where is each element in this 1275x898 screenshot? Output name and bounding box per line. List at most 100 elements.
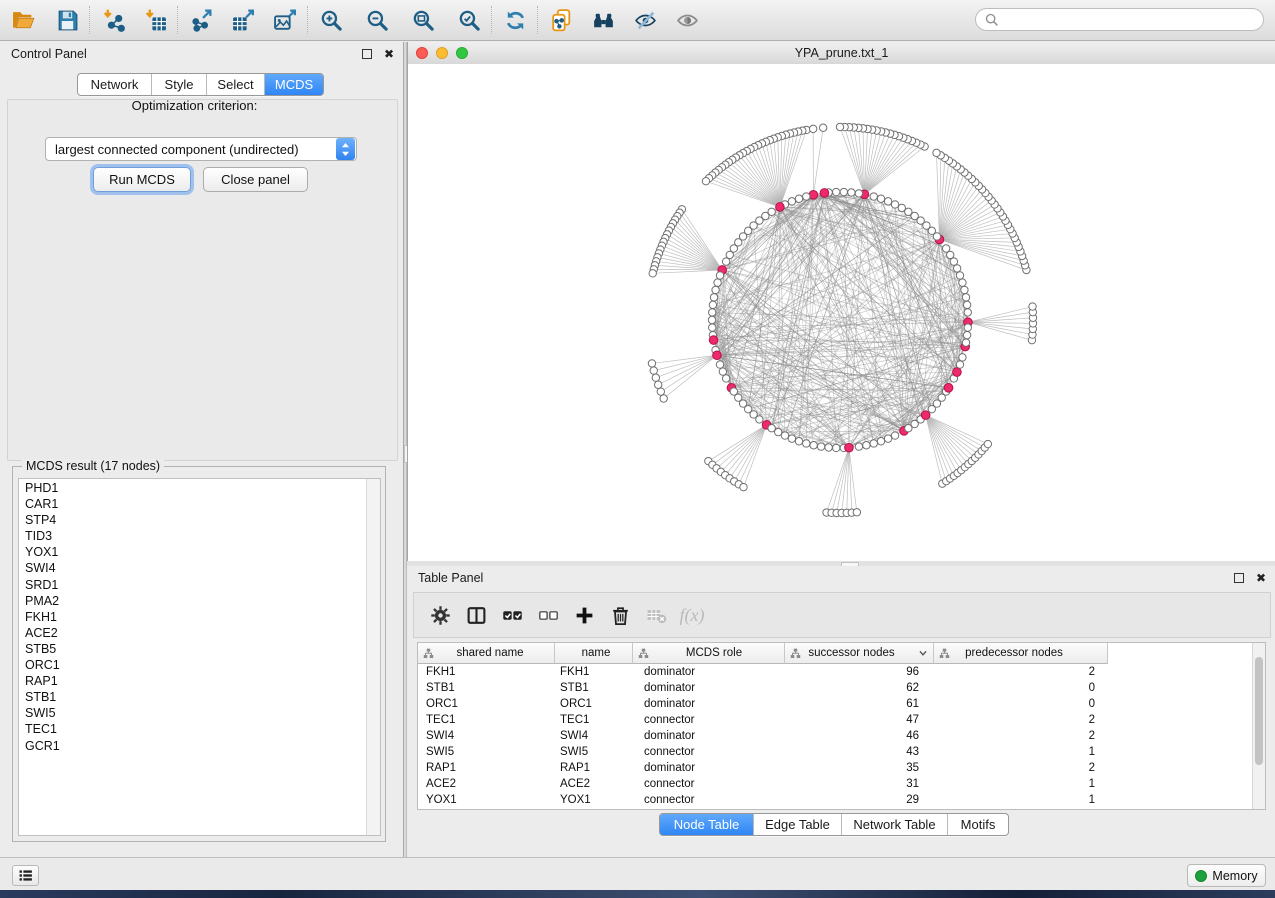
tab-mcds[interactable]: MCDS <box>264 74 323 95</box>
table-cell[interactable]: ORC1 <box>418 696 555 712</box>
import-network-button[interactable] <box>98 5 128 35</box>
deselect-all-rows-button[interactable] <box>530 598 566 632</box>
export-image-button[interactable] <box>270 5 300 35</box>
table-row[interactable]: TEC1TEC1connector472 <box>418 712 1108 728</box>
table-cell[interactable]: 0 <box>934 808 1108 810</box>
table-cell[interactable]: connector <box>633 776 785 792</box>
table-scrollbar[interactable] <box>1252 643 1265 809</box>
mcds-result-item[interactable]: SRD1 <box>19 577 367 593</box>
table-cell[interactable]: SWI5 <box>418 744 555 760</box>
table-cell[interactable]: SWI5 <box>555 744 633 760</box>
import-table-button[interactable] <box>140 5 170 35</box>
column-header-mcds-role[interactable]: MCDS role <box>633 643 785 664</box>
run-mcds-button[interactable]: Run MCDS <box>93 167 191 192</box>
optimization-criterion-select[interactable]: largest connected component (undirected) <box>45 137 357 161</box>
tab-motifs[interactable]: Motifs <box>947 814 1008 835</box>
table-row[interactable]: SWI4SWI4dominator462 <box>418 728 1108 744</box>
table-row[interactable]: ACE2ACE2connector311 <box>418 776 1108 792</box>
mcds-result-item[interactable]: ORC1 <box>19 657 367 673</box>
table-cell[interactable]: 2 <box>934 728 1108 744</box>
mcds-result-item[interactable]: RAP1 <box>19 673 367 689</box>
mcds-result-item[interactable]: PHD1 <box>19 480 367 496</box>
tab-style[interactable]: Style <box>151 74 206 95</box>
float-panel-button[interactable] <box>359 46 375 62</box>
table-row[interactable]: PHD1PHD1dominator180 <box>418 808 1108 810</box>
tab-network-table[interactable]: Network Table <box>841 814 947 835</box>
table-cell[interactable]: 0 <box>934 680 1108 696</box>
mcds-result-item[interactable]: FKH1 <box>19 609 367 625</box>
memory-button[interactable]: Memory <box>1187 864 1266 887</box>
table-row[interactable]: FKH1FKH1dominator962 <box>418 664 1108 680</box>
table-cell[interactable]: ACE2 <box>418 776 555 792</box>
add-column-button[interactable] <box>566 598 602 632</box>
table-cell[interactable]: 2 <box>934 712 1108 728</box>
mcds-result-item[interactable]: STB5 <box>19 641 367 657</box>
refresh-view-button[interactable] <box>500 5 530 35</box>
table-row[interactable]: YOX1YOX1connector291 <box>418 792 1108 808</box>
table-cell[interactable]: dominator <box>633 696 785 712</box>
table-cell[interactable]: dominator <box>633 728 785 744</box>
zoom-out-button[interactable] <box>362 5 392 35</box>
mcds-result-item[interactable]: PMA2 <box>19 593 367 609</box>
column-header-successor-nodes[interactable]: successor nodes <box>785 643 934 664</box>
find-button[interactable] <box>588 5 618 35</box>
open-file-button[interactable] <box>8 5 38 35</box>
table-cell[interactable]: ACE2 <box>555 776 633 792</box>
save-session-button[interactable] <box>52 5 82 35</box>
close-panel-action-button[interactable]: Close panel <box>203 167 308 192</box>
mcds-result-item[interactable]: STP4 <box>19 512 367 528</box>
zoom-fit-button[interactable] <box>408 5 438 35</box>
mcds-result-item[interactable]: STB1 <box>19 689 367 705</box>
status-list-button[interactable] <box>12 865 39 886</box>
table-cell[interactable]: 18 <box>785 808 934 810</box>
delete-columns-button[interactable] <box>602 598 638 632</box>
close-panel-button[interactable]: ✖ <box>381 46 397 62</box>
select-all-rows-button[interactable] <box>494 598 530 632</box>
scrollbar-thumb[interactable] <box>1255 657 1263 765</box>
column-header-shared-name[interactable]: shared name <box>418 643 555 664</box>
table-cell[interactable]: 2 <box>934 664 1108 680</box>
tab-select[interactable]: Select <box>206 74 264 95</box>
table-cell[interactable]: 1 <box>934 776 1108 792</box>
mcds-result-item[interactable]: SWI4 <box>19 560 367 576</box>
table-cell[interactable]: 96 <box>785 664 934 680</box>
table-cell[interactable]: 31 <box>785 776 934 792</box>
table-cell[interactable]: ORC1 <box>555 696 633 712</box>
table-cell[interactable]: SWI4 <box>418 728 555 744</box>
table-cell[interactable]: 0 <box>934 696 1108 712</box>
table-cell[interactable]: 29 <box>785 792 934 808</box>
search-field[interactable] <box>975 8 1264 31</box>
table-cell[interactable]: RAP1 <box>555 760 633 776</box>
table-cell[interactable]: YOX1 <box>418 792 555 808</box>
close-panel-button[interactable]: ✖ <box>1253 570 1269 586</box>
tab-edge-table[interactable]: Edge Table <box>753 814 841 835</box>
table-cell[interactable]: 46 <box>785 728 934 744</box>
export-table-button[interactable] <box>228 5 258 35</box>
table-row[interactable]: SWI5SWI5connector431 <box>418 744 1108 760</box>
table-cell[interactable]: FKH1 <box>418 664 555 680</box>
table-cell[interactable]: dominator <box>633 760 785 776</box>
mcds-result-item[interactable]: SWI5 <box>19 705 367 721</box>
column-header-predecessor-nodes[interactable]: predecessor nodes <box>934 643 1108 664</box>
mcds-result-item[interactable]: CAR1 <box>19 496 367 512</box>
mcds-result-item[interactable]: YOX1 <box>19 544 367 560</box>
table-row[interactable]: RAP1RAP1dominator352 <box>418 760 1108 776</box>
clone-network-button[interactable] <box>546 5 576 35</box>
table-cell[interactable]: TEC1 <box>555 712 633 728</box>
table-row[interactable]: STB1STB1dominator620 <box>418 680 1108 696</box>
table-row[interactable]: ORC1ORC1dominator610 <box>418 696 1108 712</box>
mcds-result-item[interactable]: ACE2 <box>19 625 367 641</box>
mcds-result-item[interactable]: TID3 <box>19 528 367 544</box>
table-cell[interactable]: TEC1 <box>418 712 555 728</box>
show-all-button[interactable] <box>672 5 702 35</box>
function-builder-button[interactable]: f(x) <box>674 598 710 632</box>
tab-node-table[interactable]: Node Table <box>660 814 753 835</box>
table-cell[interactable]: PHD1 <box>555 808 633 810</box>
table-cell[interactable]: dominator <box>633 680 785 696</box>
table-cell[interactable]: 47 <box>785 712 934 728</box>
table-cell[interactable]: 43 <box>785 744 934 760</box>
mcds-list-scrollbar[interactable] <box>366 479 380 835</box>
table-cell[interactable]: SWI4 <box>555 728 633 744</box>
delete-table-button[interactable] <box>638 598 674 632</box>
table-cell[interactable]: STB1 <box>555 680 633 696</box>
